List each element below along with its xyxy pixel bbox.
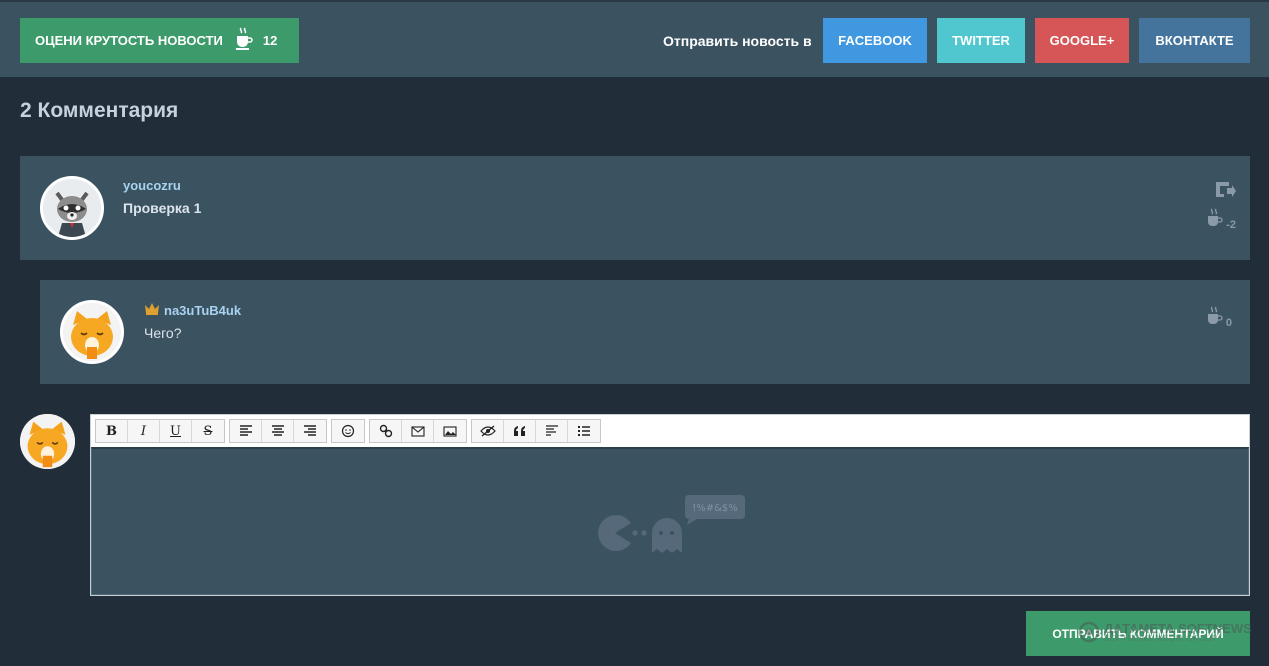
crown-icon [144, 302, 160, 318]
comment-author-name: na3uTuB4uk [164, 302, 242, 318]
coffee-cup-icon [235, 27, 253, 54]
coffee-cup-icon [1207, 208, 1223, 235]
list-icon[interactable] [568, 420, 600, 442]
strike-icon[interactable]: S [192, 420, 224, 442]
editor-toolbar: B I U S [95, 419, 601, 443]
toolbar-group-align [229, 419, 327, 443]
email-icon[interactable] [402, 420, 434, 442]
smile-icon[interactable] [332, 420, 364, 442]
watermark-main: ДАТАМЕТА SOFTNEWS [1104, 620, 1252, 636]
comment-score: 0 [1225, 317, 1232, 329]
raccoon-avatar-icon [43, 179, 101, 237]
comment-textarea[interactable]: !%#&$% [91, 447, 1249, 595]
quote-icon[interactable] [504, 420, 536, 442]
share-twitter-button[interactable]: TWITTER [937, 18, 1025, 63]
image-icon[interactable] [434, 420, 466, 442]
news-actions-bar: ОЦЕНИ КРУТОСТЬ НОВОСТИ 12 Отправить ново… [0, 0, 1269, 77]
current-user-avatar [20, 414, 75, 469]
watermark-sub: SOFTNEWS MEDIA GROUP [1104, 633, 1219, 643]
comment-text: Проверка 1 [123, 200, 202, 216]
underline-icon[interactable]: U [160, 420, 192, 442]
bubble-text: !%#&$% [692, 503, 738, 514]
avatar[interactable] [40, 176, 104, 240]
share-vk-button[interactable]: ВКОНТАКТЕ [1139, 18, 1250, 63]
comment-score: -2 [1226, 219, 1236, 231]
comment-editor: B I U S !%#&$% [90, 414, 1250, 596]
rate-news-button[interactable]: ОЦЕНИ КРУТОСТЬ НОВОСТИ 12 [20, 18, 299, 63]
share-google-button[interactable]: GOOGLE+ [1035, 18, 1129, 63]
coffee-cup-icon [1207, 306, 1223, 333]
comment-vote[interactable]: -2 [1207, 208, 1236, 235]
align-left-icon[interactable] [230, 420, 262, 442]
rate-news-label: ОЦЕНИ КРУТОСТЬ НОВОСТИ [35, 33, 223, 48]
share-facebook-button[interactable]: FACEBOOK [823, 18, 927, 63]
italic-icon[interactable]: I [128, 420, 160, 442]
cat-avatar-icon [63, 303, 121, 361]
comment-author[interactable]: na3uTuB4uk [144, 302, 241, 318]
reply-icon[interactable] [1214, 180, 1236, 203]
align-center-icon[interactable] [262, 420, 294, 442]
code-icon[interactable] [536, 420, 568, 442]
toolbar-group-smile [331, 419, 365, 443]
watermark-icon [1078, 621, 1100, 643]
watermark-logo: ДАТАМЕТА SOFTNEWS SOFTNEWS MEDIA GROUP [1078, 621, 1252, 643]
hide-icon[interactable] [472, 420, 504, 442]
link-icon[interactable] [370, 420, 402, 442]
share-label: Отправить новость в [663, 33, 812, 49]
comment-vote[interactable]: 0 [1207, 306, 1232, 333]
align-right-icon[interactable] [294, 420, 326, 442]
comment-item: na3uTuB4uk Чего? 0 [40, 280, 1250, 384]
pacman-illustration-icon: !%#&$% [595, 493, 747, 562]
comment-item: youcozru Проверка 1 -2 [20, 156, 1250, 260]
bold-icon[interactable]: B [96, 420, 128, 442]
comment-text: Чего? [144, 325, 182, 341]
toolbar-group-format: B I U S [95, 419, 225, 443]
cat-avatar-icon [20, 414, 75, 469]
avatar[interactable] [60, 300, 124, 364]
rate-count: 12 [262, 33, 278, 48]
toolbar-group-insert [369, 419, 467, 443]
comments-count-title: 2 Комментария [20, 99, 179, 122]
comment-author[interactable]: youcozru [123, 178, 181, 193]
toolbar-group-extra [471, 419, 601, 443]
